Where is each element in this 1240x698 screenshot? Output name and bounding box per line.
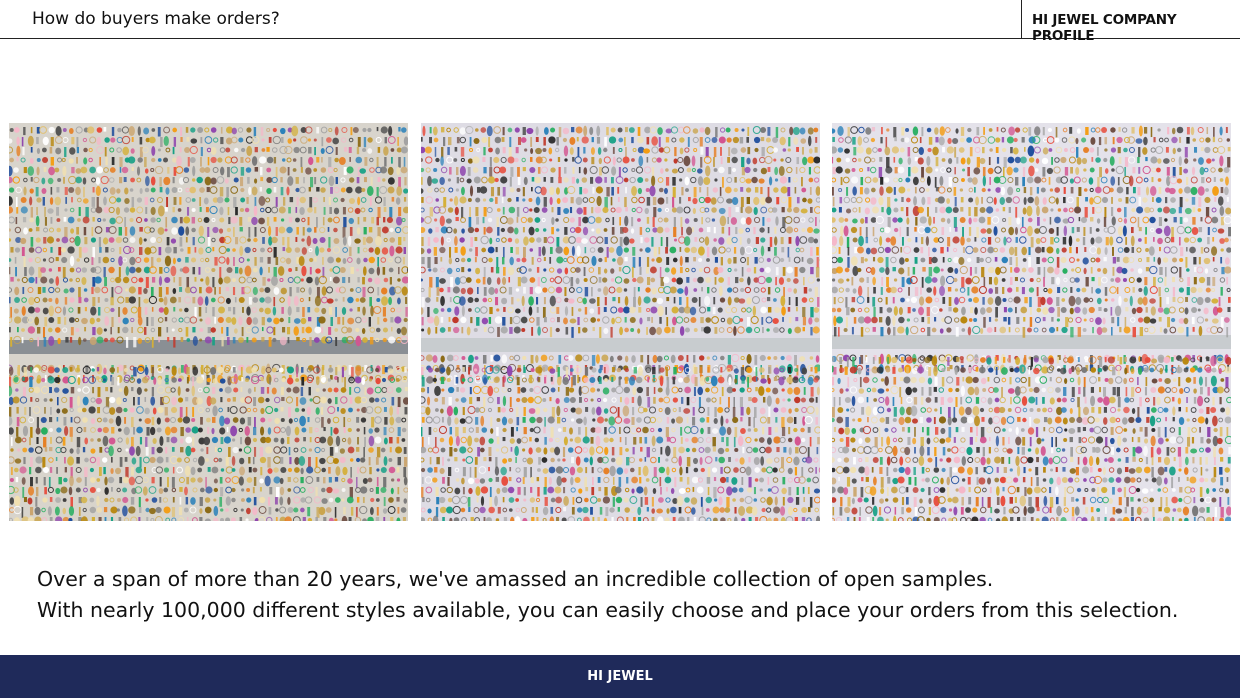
- earring-display-photo-2: [421, 123, 820, 521]
- page-title: How do buyers make orders?: [32, 9, 280, 29]
- caption-line-1: Over a span of more than 20 years, we've…: [37, 567, 994, 591]
- page-header: How do buyers make orders? HI JEWEL COMP…: [0, 0, 1240, 44]
- footer-bar: HI JEWEL: [0, 655, 1240, 698]
- header-divider: [1021, 0, 1022, 38]
- company-profile-label: HI JEWEL COMPANY PROFILE: [1032, 12, 1177, 44]
- earring-display-photo-3: [832, 123, 1231, 521]
- earring-display-photo-1: [9, 123, 408, 521]
- caption: Over a span of more than 20 years, we've…: [37, 564, 1178, 626]
- footer-label: HI JEWEL: [587, 669, 653, 684]
- caption-line-2: With nearly 100,000 different styles ava…: [37, 598, 1179, 622]
